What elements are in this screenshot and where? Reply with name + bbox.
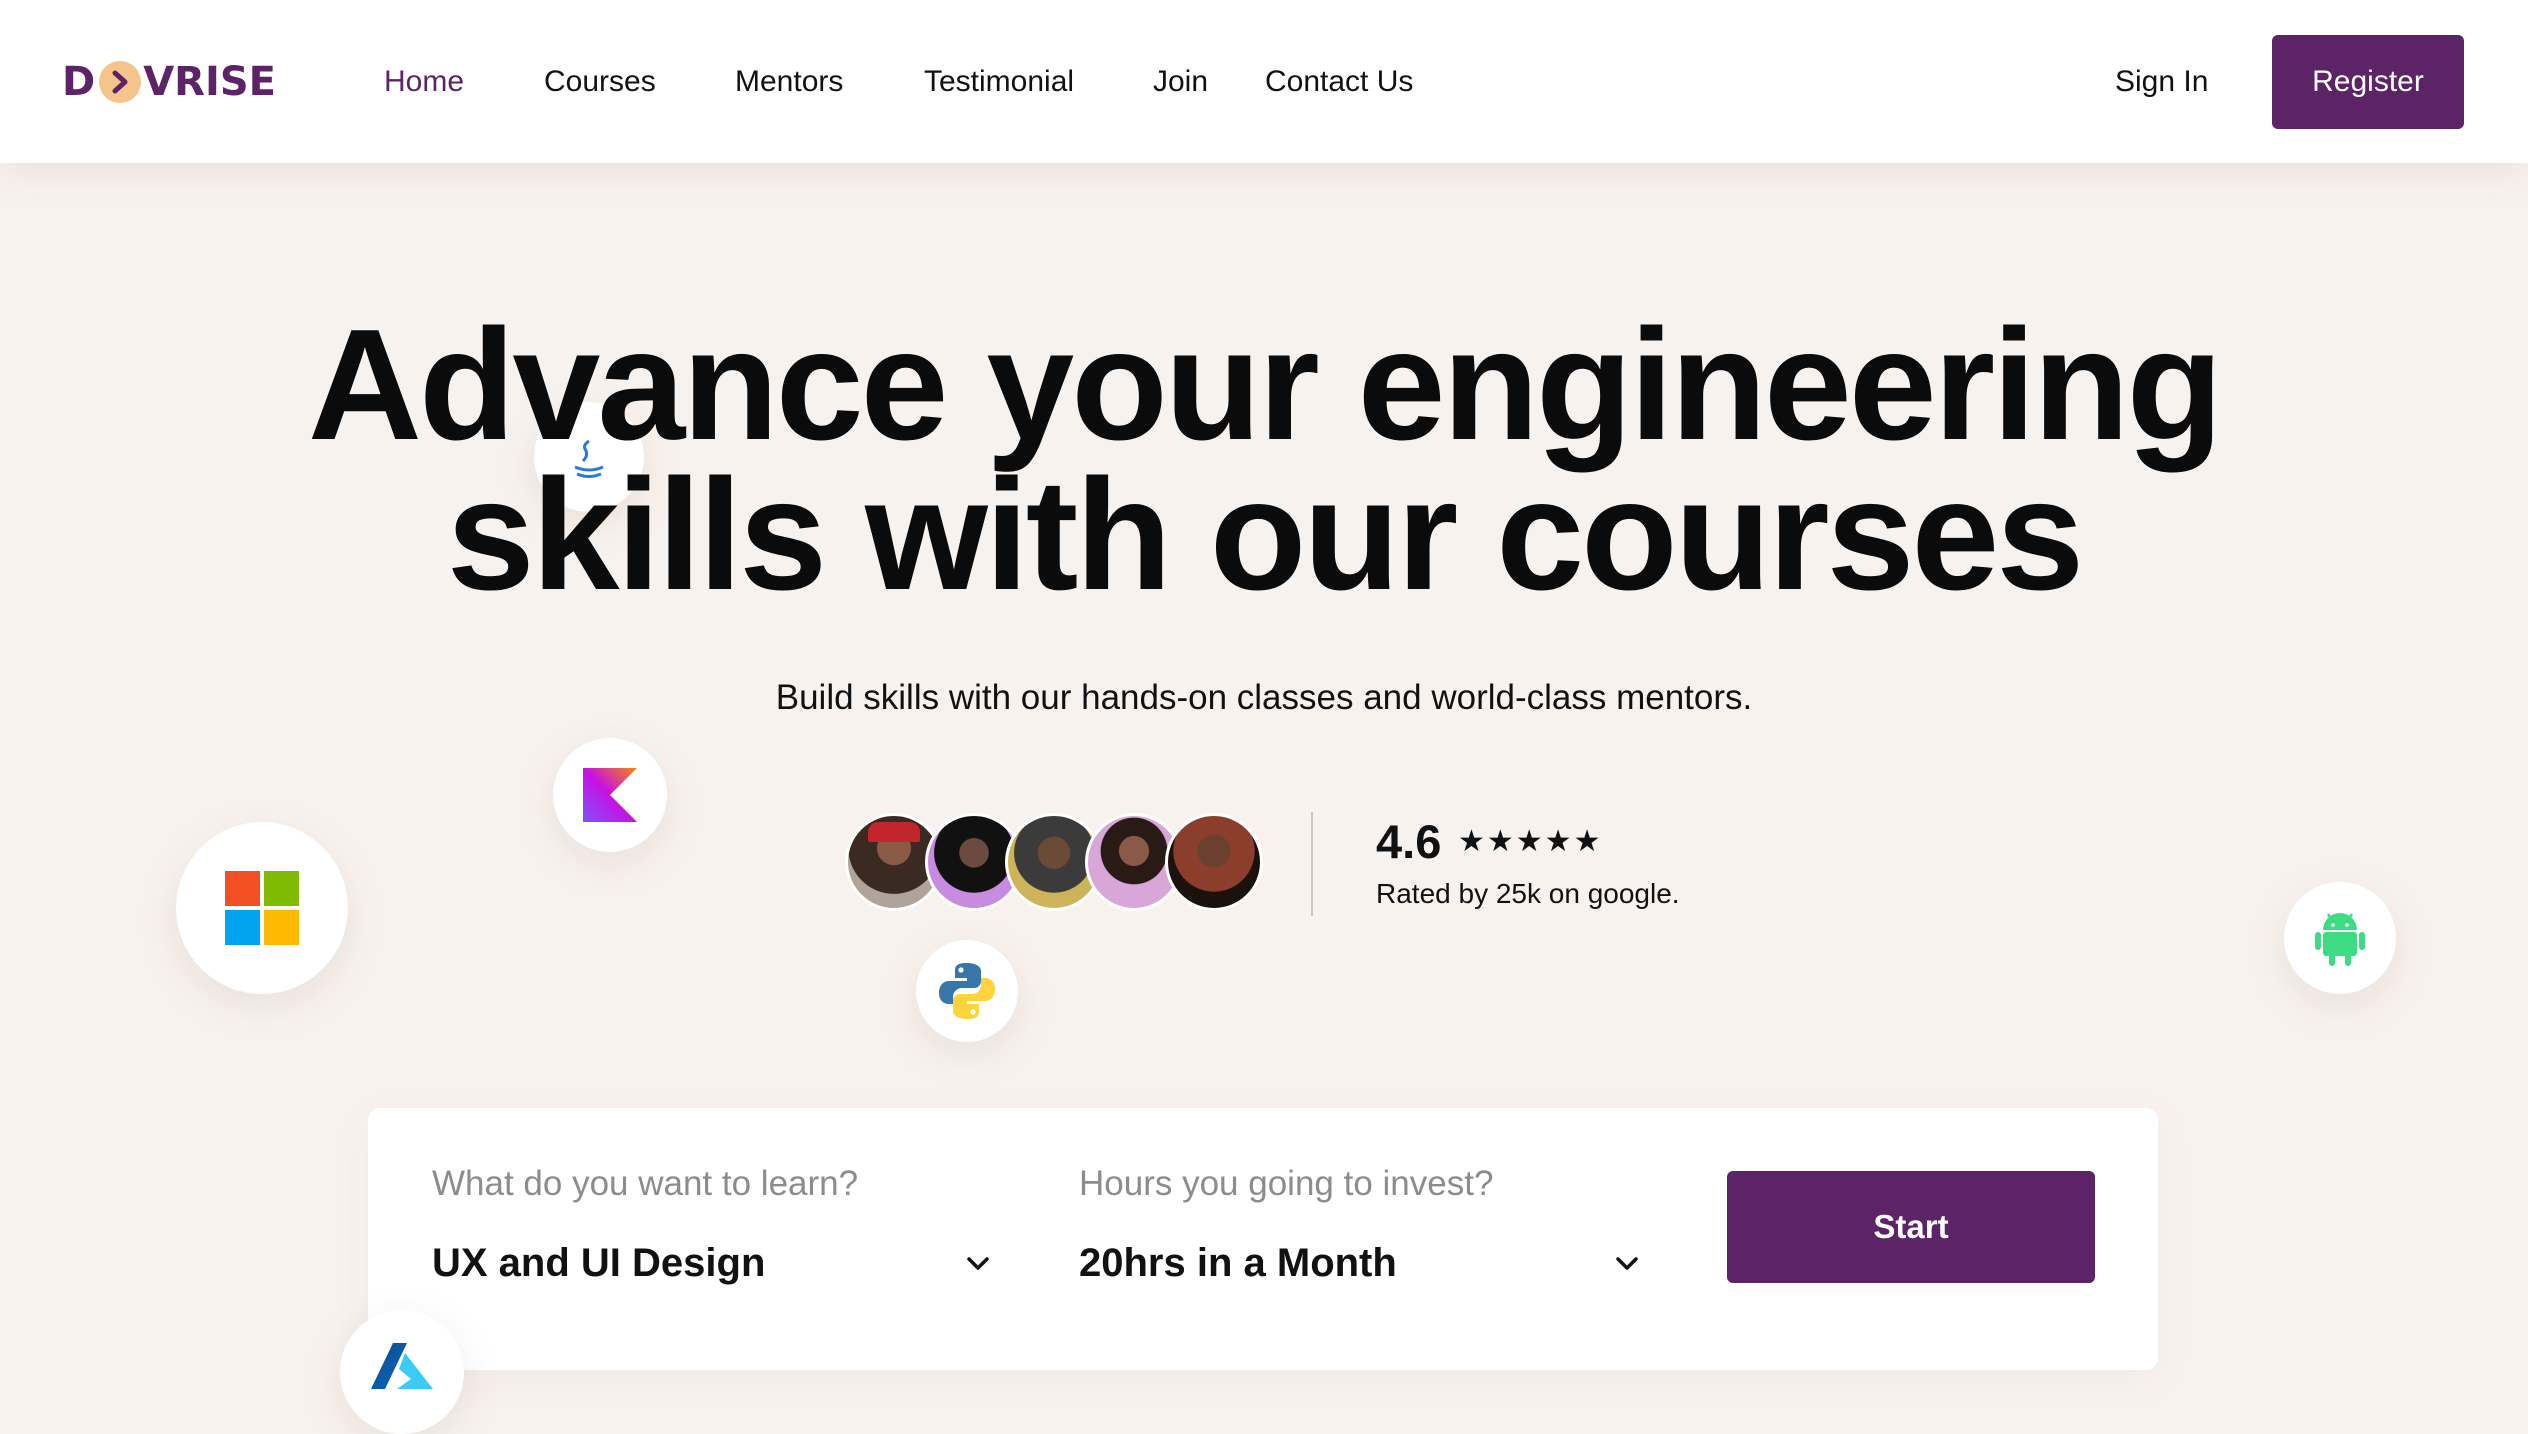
windows-icon	[225, 871, 299, 945]
hero-title: Advance your engineering skills with our…	[0, 306, 2528, 614]
nav-home[interactable]: Home	[384, 62, 464, 102]
site-header: D VRISE Home Courses Mentors Testimonial…	[0, 0, 2528, 163]
azure-bubble	[340, 1310, 464, 1434]
sign-in-link[interactable]: Sign In	[2115, 62, 2208, 102]
logo-chevron-icon	[99, 61, 142, 103]
rating-value: 4.6	[1376, 815, 1442, 868]
hours-chevron-down-icon[interactable]	[1613, 1254, 1641, 1274]
azure-icon	[371, 1343, 433, 1389]
hero-title-line-2: skills with our courses	[446, 447, 2084, 623]
android-icon	[2315, 913, 2365, 966]
register-button[interactable]: Register	[2272, 35, 2464, 129]
android-bubble	[2284, 882, 2396, 994]
hero-subtitle: Build skills with our hands-on classes a…	[775, 678, 1753, 717]
nav-mentors[interactable]: Mentors	[735, 62, 843, 102]
devrise-logo[interactable]: D VRISE	[62, 56, 276, 108]
kotlin-bubble	[553, 738, 667, 852]
logo-text-left: D	[62, 59, 96, 105]
avatar	[1165, 813, 1263, 911]
logo-text-right: VRISE	[143, 59, 276, 105]
nav-contact-us[interactable]: Contact Us	[1265, 62, 1413, 102]
kotlin-icon	[583, 768, 637, 822]
rating-caption: Rated by 25k on google.	[1376, 878, 1680, 909]
nav-testimonial[interactable]: Testimonial	[924, 62, 1074, 102]
nav-courses[interactable]: Courses	[544, 62, 656, 102]
hours-select[interactable]: 20hrs in a Month	[1079, 1238, 1397, 1288]
rating-divider	[1311, 812, 1313, 916]
learn-select[interactable]: UX and UI Design	[432, 1238, 765, 1288]
start-button[interactable]: Start	[1727, 1171, 2095, 1283]
rating-stars: ★★★★★	[1458, 825, 1603, 858]
learn-chevron-down-icon[interactable]	[964, 1254, 992, 1274]
python-bubble	[916, 940, 1018, 1042]
hours-label: Hours you going to invest?	[1079, 1164, 1494, 1203]
avatar-cap	[868, 822, 920, 842]
python-icon	[939, 963, 995, 1019]
nav-join[interactable]: Join	[1153, 62, 1208, 102]
windows-bubble	[176, 822, 348, 994]
learn-label: What do you want to learn?	[432, 1164, 859, 1203]
